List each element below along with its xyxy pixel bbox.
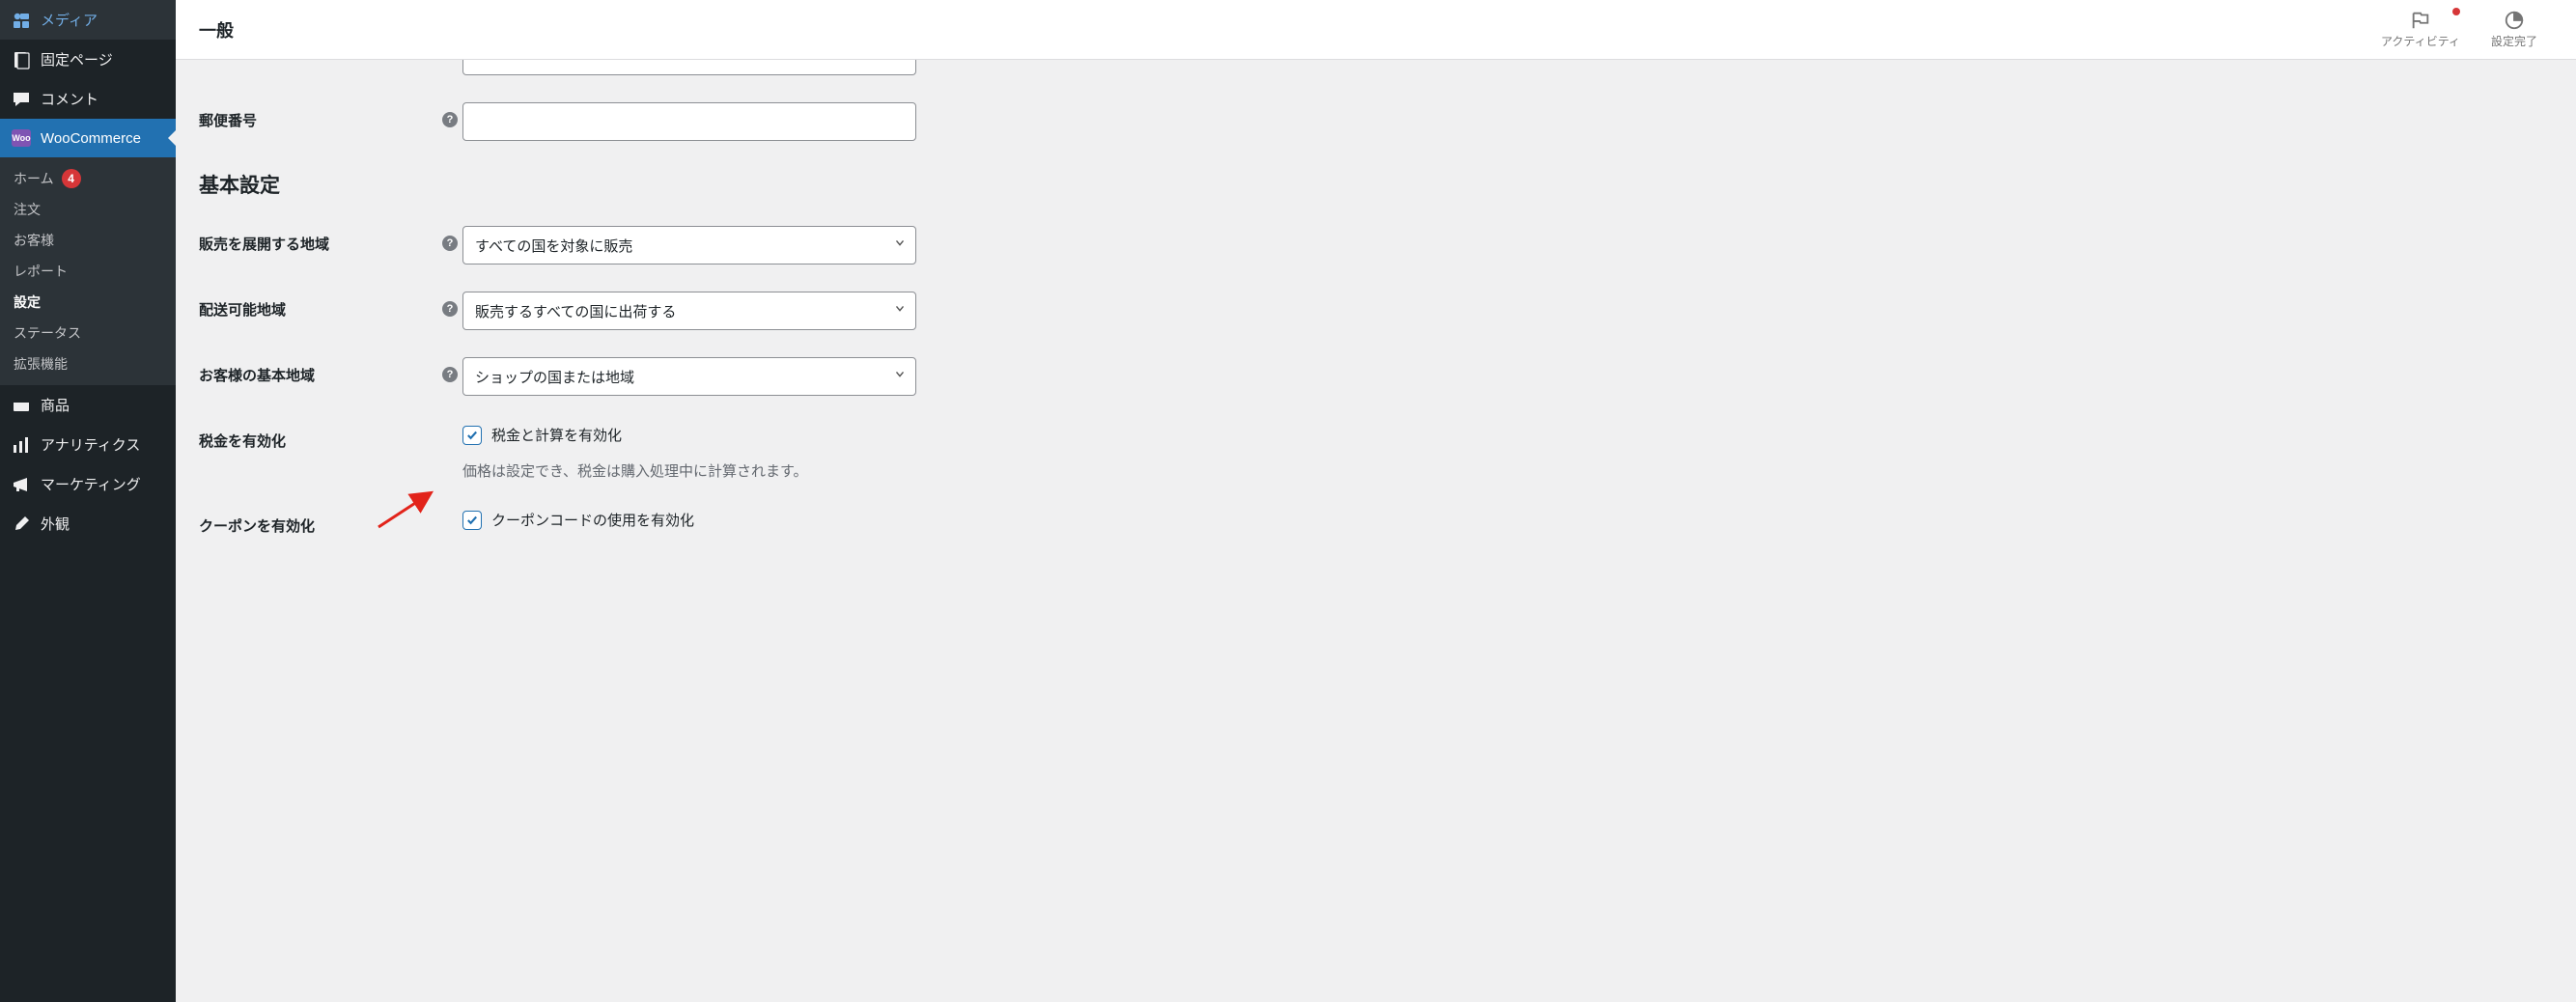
sidebar-item-products[interactable]: 商品	[0, 385, 176, 425]
sidebar-sub-label: 拡張機能	[14, 354, 68, 374]
sidebar-item-label: 固定ページ	[41, 49, 113, 70]
sidebar-item-label: アナリティクス	[41, 434, 140, 455]
sidebar-item-appearance[interactable]: 外観	[0, 504, 176, 543]
appearance-icon	[12, 515, 31, 534]
sidebar-item-media[interactable]: メディア	[0, 0, 176, 40]
sidebar-item-label: 商品	[41, 395, 70, 415]
enable-coupon-label: クーポンを有効化	[199, 508, 437, 536]
sidebar-item-analytics[interactable]: アナリティクス	[0, 425, 176, 464]
shipping-region-label: 配送可能地域	[199, 292, 437, 320]
shipping-region-select[interactable]: 販売するすべての国に出荷する	[462, 292, 916, 330]
media-icon	[12, 11, 31, 30]
flag-icon	[2410, 10, 2431, 31]
enable-coupon-checkbox[interactable]	[462, 511, 482, 530]
sidebar-submenu-woocommerce: ホーム 4 注文 お客様 レポート 設定 ステータス 拡張機能	[0, 157, 176, 385]
customer-region-label: お客様の基本地域	[199, 357, 437, 385]
admin-sidebar: メディア 固定ページ コメント Woo WooCommerce ホーム 4	[0, 0, 176, 1002]
sidebar-sub-label: レポート	[14, 262, 68, 281]
products-icon	[12, 396, 31, 415]
customer-region-select[interactable]: ショップの国または地域	[462, 357, 916, 396]
selling-region-value: すべての国を対象に販売	[475, 236, 632, 256]
help-icon[interactable]: ?	[442, 301, 458, 317]
page-title: 一般	[199, 17, 234, 42]
sidebar-sub-label: ホーム	[14, 169, 54, 188]
sidebar-sub-customers[interactable]: お客様	[0, 225, 176, 256]
sidebar-item-marketing[interactable]: マーケティング	[0, 464, 176, 504]
enable-tax-description: 価格は設定でき、税金は購入処理中に計算されます。	[462, 460, 2553, 481]
section-heading-basic: 基本設定	[199, 170, 2553, 199]
customer-region-value: ショップの国または地域	[475, 367, 634, 387]
help-icon[interactable]: ?	[442, 367, 458, 382]
sidebar-sub-label: 設定	[14, 292, 41, 312]
sidebar-sub-orders[interactable]: 注文	[0, 194, 176, 225]
marketing-icon	[12, 475, 31, 494]
shipping-region-value: 販売するすべての国に出荷する	[475, 301, 676, 321]
selling-region-label: 販売を展開する地域	[199, 226, 437, 254]
sidebar-sub-settings[interactable]: 設定	[0, 287, 176, 318]
enable-tax-label: 税金を有効化	[199, 423, 437, 451]
enable-coupon-checkbox-label: クーポンコードの使用を有効化	[491, 510, 694, 530]
activity-label: アクティビティ	[2381, 33, 2460, 49]
help-icon[interactable]: ?	[442, 112, 458, 127]
sidebar-sub-extensions[interactable]: 拡張機能	[0, 348, 176, 379]
enable-tax-checkbox[interactable]	[462, 426, 482, 445]
sidebar-item-label: メディア	[41, 10, 98, 30]
sidebar-sub-label: お客様	[14, 231, 54, 250]
truncated-select-above[interactable]	[462, 60, 916, 75]
analytics-icon	[12, 435, 31, 455]
setup-label: 設定完了	[2491, 33, 2537, 49]
topbar: 一般 アクティビティ 設定完了	[176, 0, 2576, 60]
woocommerce-icon: Woo	[12, 128, 31, 148]
activity-dot-icon	[2452, 8, 2460, 15]
sidebar-sub-status[interactable]: ステータス	[0, 318, 176, 348]
sidebar-sub-home[interactable]: ホーム 4	[0, 163, 176, 194]
help-icon[interactable]: ?	[442, 236, 458, 251]
main-area: 一般 アクティビティ 設定完了	[176, 0, 2576, 1002]
page-icon	[12, 50, 31, 70]
sidebar-item-woocommerce[interactable]: Woo WooCommerce	[0, 119, 176, 157]
sidebar-item-comments[interactable]: コメント	[0, 79, 176, 119]
sidebar-item-pages[interactable]: 固定ページ	[0, 40, 176, 79]
enable-tax-checkbox-label: 税金と計算を有効化	[491, 425, 622, 445]
home-badge-count: 4	[62, 169, 81, 188]
selling-region-select[interactable]: すべての国を対象に販売	[462, 226, 916, 264]
sidebar-item-label: WooCommerce	[41, 130, 141, 147]
sidebar-sub-label: 注文	[14, 200, 41, 219]
comment-icon	[12, 90, 31, 109]
sidebar-item-label: コメント	[41, 89, 98, 109]
sidebar-item-label: 外観	[41, 514, 70, 534]
activity-button[interactable]: アクティビティ	[2366, 6, 2476, 53]
setup-done-button[interactable]: 設定完了	[2476, 6, 2553, 53]
sidebar-item-label: マーケティング	[41, 474, 141, 494]
settings-form: 郵便番号 ? 基本設定 販売を展開する地域 ? すべての国を対象に販売	[176, 60, 2576, 1002]
progress-icon	[2504, 10, 2525, 31]
postcode-input[interactable]	[462, 102, 916, 141]
postcode-label: 郵便番号	[199, 102, 437, 130]
sidebar-sub-label: ステータス	[14, 323, 81, 343]
sidebar-sub-reports[interactable]: レポート	[0, 256, 176, 287]
